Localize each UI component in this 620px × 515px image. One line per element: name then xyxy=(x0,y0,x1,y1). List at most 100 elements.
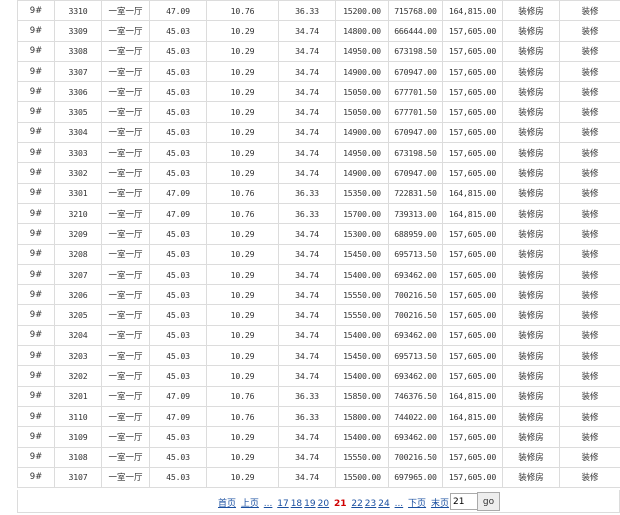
cell-unit-number: 3310 xyxy=(54,0,102,22)
cell-total-area: 47.09 xyxy=(149,385,207,407)
cell-decoration-status: 装修 xyxy=(559,263,620,286)
cell-unit-number: 3305 xyxy=(54,101,102,123)
cell-decoration-price: 157,605.00 xyxy=(442,304,503,326)
cell-total-area: 47.09 xyxy=(149,405,207,428)
cell-building: 9# xyxy=(17,182,55,204)
prev-page-link[interactable]: 上页 xyxy=(241,499,259,509)
cell-building: 9# xyxy=(17,223,55,245)
cell-layout: 一室一厅 xyxy=(101,182,150,204)
listing-table-container: 9# 3310 一室一厅 47.09 10.76 36.33 15200.00 715768.… xyxy=(17,0,620,489)
cell-layout: 一室一厅 xyxy=(101,40,150,62)
pagination-ellipsis-after[interactable]: ... xyxy=(395,499,404,509)
cell-inner-area: 36.33 xyxy=(278,385,336,407)
cell-house-type: 装修房 xyxy=(502,142,560,164)
page-link-17[interactable]: 17 xyxy=(277,499,288,509)
cell-decoration-status: 装修 xyxy=(559,81,620,103)
go-button[interactable]: go xyxy=(477,492,500,511)
cell-total-area: 45.03 xyxy=(149,81,207,103)
cell-unit-price: 15400.00 xyxy=(335,365,389,387)
cell-building: 9# xyxy=(17,405,55,428)
cell-unit-number: 3308 xyxy=(54,40,102,62)
cell-inner-area: 34.74 xyxy=(278,466,336,489)
cell-unit-price: 15050.00 xyxy=(335,101,389,123)
cell-decoration-price: 157,605.00 xyxy=(442,101,503,123)
cell-building: 9# xyxy=(17,162,55,184)
cell-house-type: 装修房 xyxy=(502,182,560,204)
cell-building: 9# xyxy=(17,324,55,347)
cell-house-type: 装修房 xyxy=(502,426,560,448)
cell-building: 9# xyxy=(17,446,55,468)
cell-unit-number: 3210 xyxy=(54,202,102,225)
cell-unit-number: 3108 xyxy=(54,446,102,468)
page-link-22[interactable]: 22 xyxy=(351,499,362,509)
cell-shared-area: 10.29 xyxy=(206,263,279,286)
cell-shared-area: 10.29 xyxy=(206,40,279,62)
cell-decoration-price: 157,605.00 xyxy=(442,81,503,103)
cell-decoration-status: 装修 xyxy=(559,202,620,225)
cell-total-area: 45.03 xyxy=(149,426,207,448)
cell-layout: 一室一厅 xyxy=(101,223,150,245)
cell-building: 9# xyxy=(17,243,55,265)
next-page-link[interactable]: 下页 xyxy=(408,499,426,509)
cell-decoration-price: 157,605.00 xyxy=(442,162,503,184)
cell-shared-area: 10.29 xyxy=(206,426,279,448)
pagination-ellipsis-before[interactable]: ... xyxy=(264,499,273,509)
cell-total-area: 47.09 xyxy=(149,202,207,225)
page-link-18[interactable]: 18 xyxy=(291,499,302,509)
cell-building: 9# xyxy=(17,0,55,22)
table-row: 9# 3310 一室一厅 47.09 10.76 36.33 15200.00 715768.… xyxy=(17,0,620,22)
cell-total-price: 688959.00 xyxy=(388,223,443,245)
page-link-19[interactable]: 19 xyxy=(304,499,315,509)
cell-inner-area: 34.74 xyxy=(278,426,336,448)
cell-total-area: 45.03 xyxy=(149,20,207,42)
cell-inner-area: 34.74 xyxy=(278,101,336,123)
cell-shared-area: 10.29 xyxy=(206,81,279,103)
cell-shared-area: 10.29 xyxy=(206,345,279,367)
cell-decoration-status: 装修 xyxy=(559,101,620,123)
cell-total-price: 700216.50 xyxy=(388,446,443,468)
cell-decoration-price: 157,605.00 xyxy=(442,284,503,306)
cell-decoration-price: 157,605.00 xyxy=(442,446,503,468)
cell-decoration-price: 164,815.00 xyxy=(442,405,503,428)
cell-decoration-price: 157,605.00 xyxy=(442,365,503,387)
cell-decoration-status: 装修 xyxy=(559,365,620,387)
cell-inner-area: 34.74 xyxy=(278,324,336,347)
cell-decoration-price: 164,815.00 xyxy=(442,182,503,204)
cell-total-price: 666444.00 xyxy=(388,20,443,42)
cell-total-area: 45.03 xyxy=(149,162,207,184)
cell-unit-number: 3201 xyxy=(54,385,102,407)
cell-total-price: 677701.50 xyxy=(388,81,443,103)
table-row: 9# 3202 一室一厅 45.03 10.29 34.74 15400.00 693462.… xyxy=(17,365,620,387)
cell-inner-area: 34.74 xyxy=(278,365,336,387)
page-link-23[interactable]: 23 xyxy=(365,499,376,509)
cell-total-price: 697965.00 xyxy=(388,466,443,489)
cell-decoration-status: 装修 xyxy=(559,182,620,204)
cell-unit-price: 15200.00 xyxy=(335,0,389,22)
cell-total-area: 45.03 xyxy=(149,101,207,123)
page-link-24[interactable]: 24 xyxy=(378,499,389,509)
cell-decoration-price: 164,815.00 xyxy=(442,0,503,22)
table-row: 9# 3107 一室一厅 45.03 10.29 34.74 15500.00 697965.… xyxy=(17,466,620,489)
cell-unit-number: 3204 xyxy=(54,324,102,347)
page-link-20[interactable]: 20 xyxy=(318,499,329,509)
cell-house-type: 装修房 xyxy=(502,81,560,103)
cell-decoration-status: 装修 xyxy=(559,121,620,144)
cell-total-area: 45.03 xyxy=(149,304,207,326)
cell-building: 9# xyxy=(17,121,55,144)
table-row: 9# 3305 一室一厅 45.03 10.29 34.74 15050.00 677701.… xyxy=(17,101,620,123)
cell-unit-number: 3304 xyxy=(54,121,102,144)
page-number-input[interactable] xyxy=(450,493,480,510)
cell-decoration-status: 装修 xyxy=(559,162,620,184)
first-page-link[interactable]: 首页 xyxy=(218,499,236,509)
cell-house-type: 装修房 xyxy=(502,202,560,225)
cell-unit-number: 3207 xyxy=(54,263,102,286)
cell-unit-price: 15350.00 xyxy=(335,182,389,204)
cell-house-type: 装修房 xyxy=(502,40,560,62)
cell-unit-price: 15700.00 xyxy=(335,202,389,225)
cell-layout: 一室一厅 xyxy=(101,121,150,144)
cell-layout: 一室一厅 xyxy=(101,60,150,83)
cell-house-type: 装修房 xyxy=(502,446,560,468)
table-row: 9# 3110 一室一厅 47.09 10.76 36.33 15800.00 744022.… xyxy=(17,405,620,428)
cell-building: 9# xyxy=(17,345,55,367)
last-page-link[interactable]: 末页 xyxy=(431,499,449,509)
